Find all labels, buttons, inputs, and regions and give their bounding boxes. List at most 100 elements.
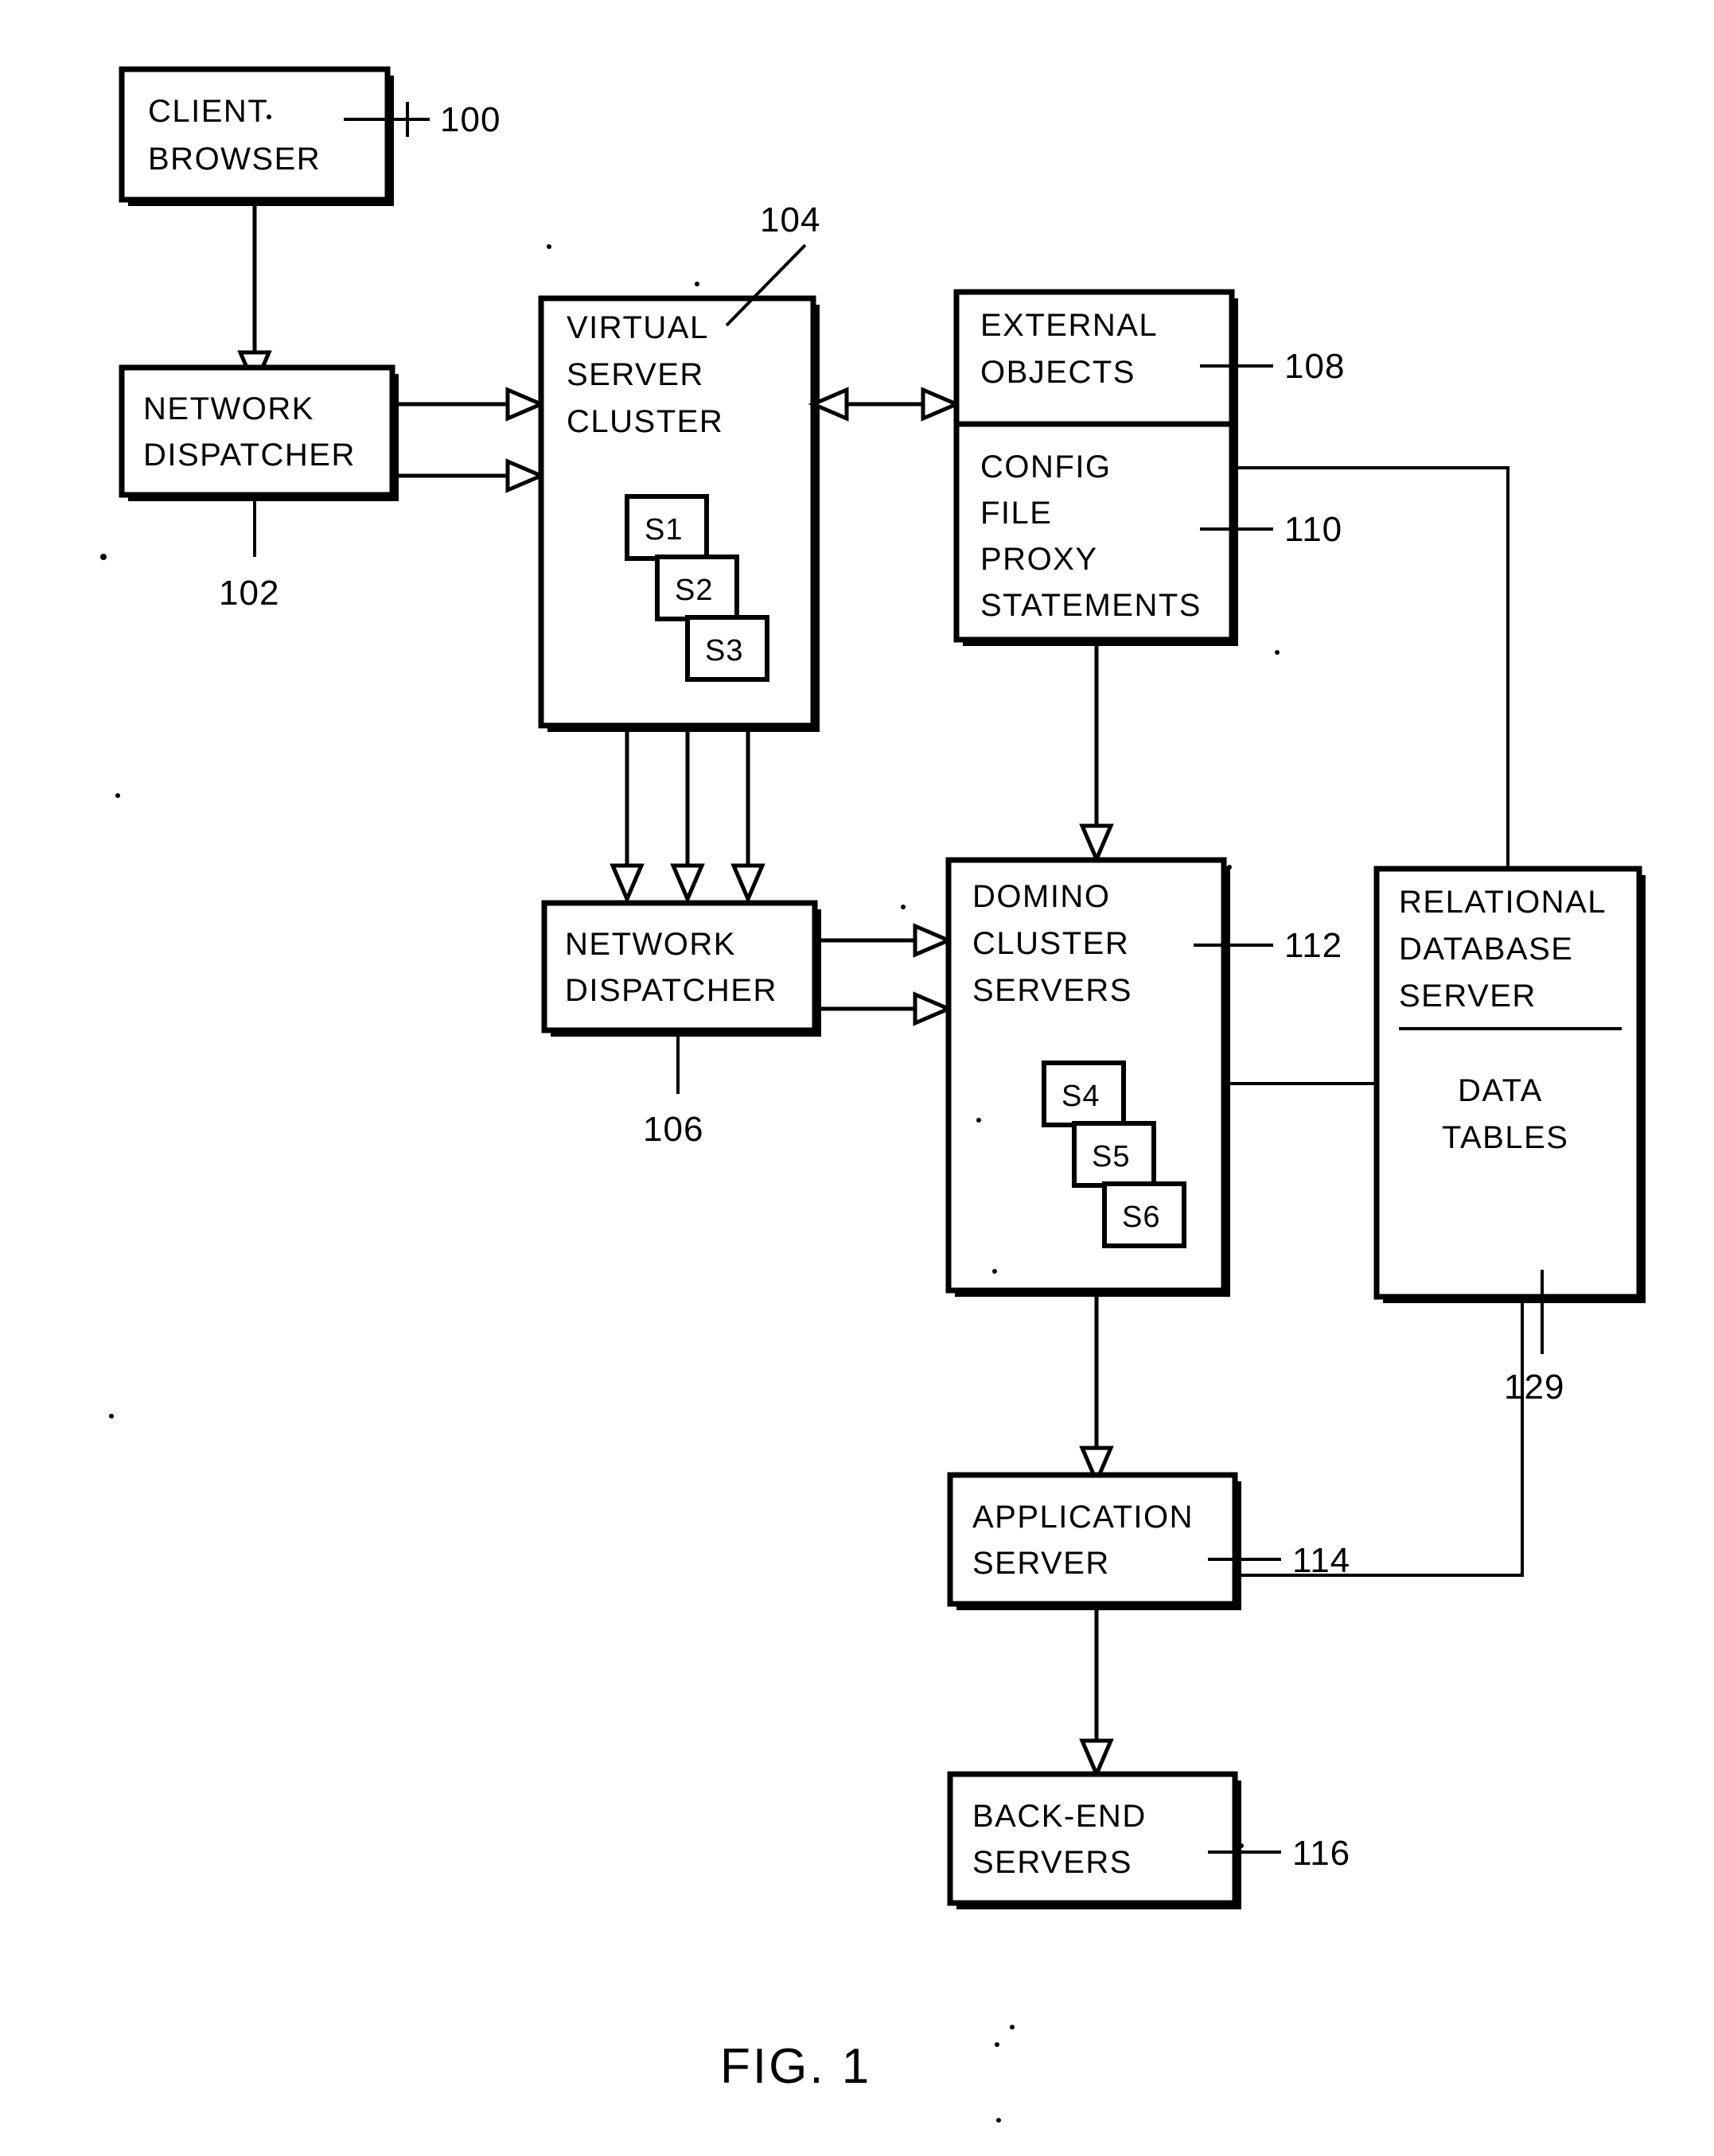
connector-domino-to-application-server — [1079, 1290, 1114, 1487]
connector-line — [1241, 1297, 1524, 1577]
application-server-label-line1: APPLICATION — [972, 1500, 1194, 1535]
application-server-box — [947, 1472, 1238, 1607]
connector-line — [1232, 466, 1509, 869]
block-virtual-server-cluster: VIRTUAL SERVER CLUSTER S1 S2 S3 104 — [538, 200, 820, 732]
speck-dot — [992, 1269, 997, 1274]
block-application-server: APPLICATION SERVER 114 — [947, 1472, 1350, 1610]
speck-dot — [100, 554, 107, 560]
server-label-s5: S5 — [1092, 1140, 1130, 1173]
config-file-label-line1: CONFIG — [980, 449, 1112, 485]
connector-vsc-external-objects-bidirectional — [808, 387, 962, 422]
figure-canvas: CLIENT BROWSER 100 NETWORK DISPATCHER 10… — [100, 66, 1646, 2123]
arrowhead-right — [505, 387, 547, 422]
ref-number-108: 108 — [1284, 347, 1345, 386]
block-network-dispatcher-1: NETWORK DISPATCHER 102 — [119, 364, 399, 613]
data-tables-label-line1: DATA — [1458, 1073, 1543, 1108]
arrowhead-right — [921, 387, 962, 422]
block-relational-database-server: RELATIONAL DATABASE SERVER DATA TABLES 1… — [1373, 866, 1646, 1407]
speck-dot — [267, 115, 271, 119]
ref-number-116: 116 — [1292, 1834, 1350, 1873]
connector-vsc-to-dispatcher2-b — [670, 726, 705, 905]
external-objects-label-line2: OBJECTS — [980, 355, 1136, 390]
arrowhead-right — [505, 458, 547, 493]
external-objects-label-line1: EXTERNAL — [980, 308, 1158, 343]
relational-database-server-label-line1: RELATIONAL — [1399, 885, 1607, 920]
virtual-server-cluster-label-line1: VIRTUAL — [567, 310, 709, 345]
ref-number-106: 106 — [643, 1110, 703, 1149]
speck-dot — [115, 793, 120, 798]
network-dispatcher-2-label-line2: DISPATCHER — [565, 973, 777, 1008]
speck-dot — [695, 282, 699, 286]
speck-dot — [1227, 865, 1232, 870]
arrowhead-down — [1079, 823, 1114, 865]
ref-number-100: 100 — [440, 100, 501, 139]
domino-cluster-servers-label-line2: CLUSTER — [972, 926, 1129, 961]
application-server-label-line2: SERVER — [972, 1546, 1110, 1581]
ref-number-129: 129 — [1504, 1368, 1564, 1407]
ref-number-104: 104 — [760, 200, 820, 239]
connector-relational-db-to-application-server — [1241, 1297, 1524, 1577]
server-label-s6: S6 — [1122, 1201, 1160, 1234]
connector-dispatcher2-to-domino-upper — [815, 923, 954, 958]
speck-dot — [1239, 1843, 1244, 1848]
block-domino-cluster-servers: DOMINO CLUSTER SERVERS S4 S5 S6 112 — [945, 857, 1342, 1297]
server-label-s4: S4 — [1062, 1080, 1100, 1113]
arrowhead-right — [913, 923, 954, 958]
virtual-server-cluster-label-line2: SERVER — [567, 357, 704, 392]
domino-cluster-servers-label-line1: DOMINO — [972, 879, 1110, 914]
connector-dispatcher1-to-vsc-lower — [392, 458, 547, 493]
config-file-label-line2: FILE — [980, 496, 1052, 531]
arrowhead-down — [1079, 1738, 1114, 1780]
patent-figure-page: CLIENT BROWSER 100 NETWORK DISPATCHER 10… — [0, 0, 1714, 2156]
connector-vsc-to-dispatcher2-a — [610, 726, 645, 905]
client-browser-box — [119, 66, 391, 203]
connector-config-to-domino — [1079, 640, 1114, 865]
network-dispatcher-1-label-line1: NETWORK — [143, 391, 314, 426]
virtual-server-cluster-label-line3: CLUSTER — [567, 404, 723, 439]
arrowhead-down — [730, 863, 765, 905]
arrowhead-down — [670, 863, 705, 905]
data-tables-label-line2: TABLES — [1442, 1120, 1568, 1155]
server-label-s2: S2 — [675, 574, 713, 607]
network-dispatcher-2-label-line1: NETWORK — [565, 927, 736, 962]
server-label-s3: S3 — [705, 634, 743, 667]
back-end-servers-box — [947, 1771, 1238, 1906]
connector-client-to-dispatcher1 — [237, 200, 272, 391]
block-back-end-servers: BACK-END SERVERS 116 — [947, 1771, 1350, 1909]
relational-database-server-label-line3: SERVER — [1399, 979, 1537, 1014]
network-dispatcher-2-box — [541, 900, 818, 1033]
connector-dispatcher1-to-vsc-upper — [392, 387, 547, 422]
ref-number-102: 102 — [219, 574, 279, 613]
ref-number-114: 114 — [1292, 1541, 1350, 1580]
block-client-browser: CLIENT BROWSER 100 — [119, 66, 501, 206]
speck-dot — [1275, 650, 1280, 655]
config-file-label-line3: PROXY — [980, 542, 1098, 577]
client-browser-label-line1: CLIENT — [148, 94, 268, 129]
speck-dot — [976, 1118, 981, 1123]
connector-dispatcher2-to-domino-lower — [815, 991, 954, 1026]
back-end-servers-label-line1: BACK-END — [972, 1799, 1147, 1834]
connector-vsc-to-dispatcher2-c — [730, 726, 765, 905]
speck-dot — [901, 905, 906, 909]
network-dispatcher-1-label-line2: DISPATCHER — [143, 438, 356, 473]
connector-config-to-relational-db — [1232, 466, 1509, 869]
speck-dot — [1010, 2025, 1015, 2030]
ref-number-110: 110 — [1284, 510, 1342, 549]
block-network-dispatcher-2: NETWORK DISPATCHER 106 — [541, 900, 821, 1149]
config-file-label-line4: STATEMENTS — [980, 588, 1202, 623]
ref-number-112: 112 — [1284, 926, 1342, 965]
back-end-servers-label-line2: SERVERS — [972, 1845, 1132, 1880]
arrowhead-right — [913, 991, 954, 1026]
speck-dot — [547, 244, 551, 249]
speck-dot — [109, 1414, 114, 1419]
server-label-s1: S1 — [645, 513, 683, 547]
network-dispatcher-1-box — [119, 364, 395, 498]
figure-caption: FIG. 1 — [720, 2039, 871, 2094]
client-browser-label-line2: BROWSER — [148, 142, 321, 177]
speck-dot — [995, 2042, 999, 2047]
relational-database-server-label-line2: DATABASE — [1399, 932, 1573, 967]
connector-application-to-backend — [1079, 1604, 1114, 1780]
domino-cluster-servers-label-line3: SERVERS — [972, 973, 1132, 1008]
arrowhead-down — [610, 863, 645, 905]
speck-dot — [996, 2118, 1001, 2123]
